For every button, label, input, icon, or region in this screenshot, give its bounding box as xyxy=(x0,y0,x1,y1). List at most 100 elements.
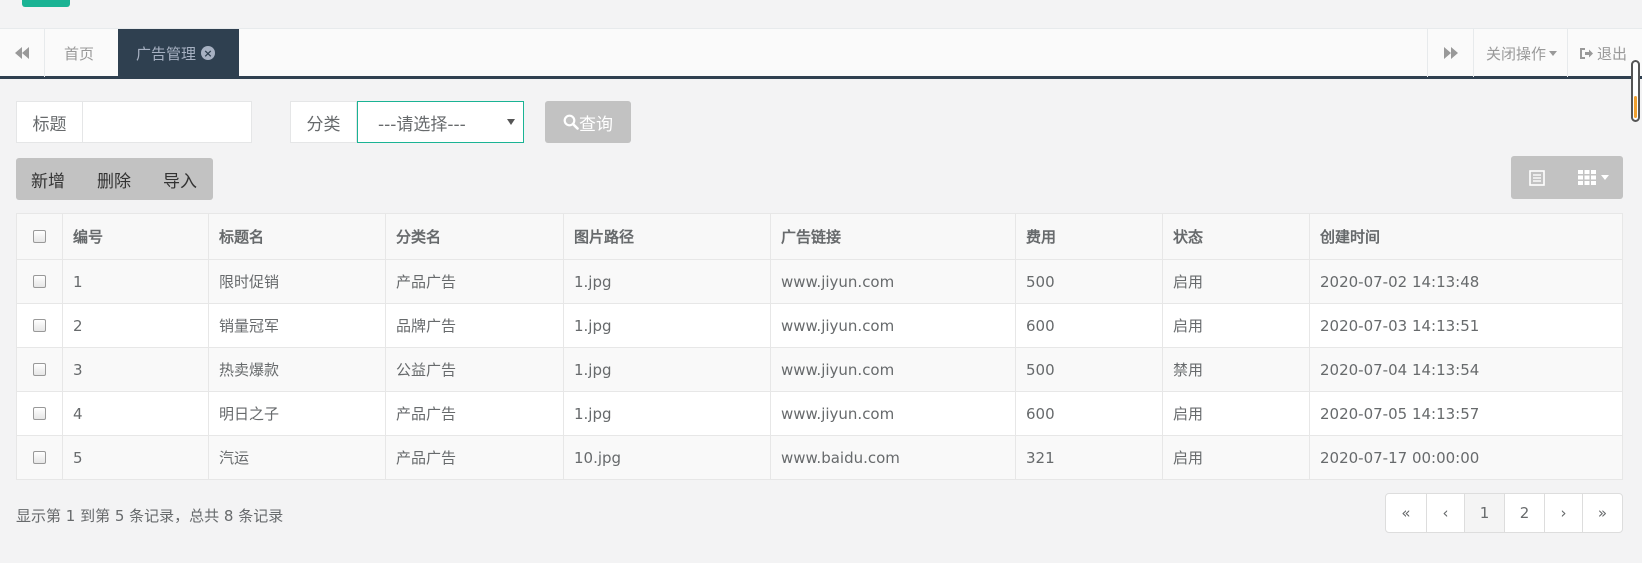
row-select-cell xyxy=(17,348,62,391)
table-row[interactable]: 3 热卖爆款 公益广告 1.jpg www.jiyun.com 500 禁用 2… xyxy=(17,347,1622,391)
action-toolbar: 新增 删除 导入 xyxy=(16,158,213,200)
page-1-button[interactable]: 1 xyxy=(1464,494,1504,532)
tab-right-tools: 关闭操作 退出 xyxy=(1427,29,1642,77)
delete-button[interactable]: 删除 xyxy=(81,167,147,192)
header-category[interactable]: 分类名 xyxy=(385,214,563,259)
table-view-tools xyxy=(1511,156,1623,199)
cell-image-path: 1.jpg xyxy=(563,392,770,435)
category-select[interactable]: ---请选择--- xyxy=(357,101,524,143)
cell-id: 1 xyxy=(62,260,208,303)
query-label: 查询 xyxy=(579,114,613,135)
cell-image-path: 1.jpg xyxy=(563,260,770,303)
table-header-row: 编号 标题名 分类名 图片路径 广告链接 费用 状态 创建时间 xyxy=(17,214,1622,259)
sign-out-icon xyxy=(1580,47,1593,59)
header-id[interactable]: 编号 xyxy=(62,214,208,259)
select-all-checkbox[interactable] xyxy=(33,230,46,243)
row-checkbox[interactable] xyxy=(33,319,46,332)
last-page-button[interactable]: » xyxy=(1582,494,1622,532)
cell-category: 公益广告 xyxy=(385,348,563,391)
cell-cost: 500 xyxy=(1015,260,1162,303)
close-operations-dropdown[interactable]: 关闭操作 xyxy=(1473,29,1567,77)
scrollbar-thumb[interactable] xyxy=(1634,96,1637,118)
caret-down-icon xyxy=(1549,50,1558,56)
row-checkbox[interactable] xyxy=(33,451,46,464)
cell-status: 启用 xyxy=(1162,392,1309,435)
logout-label: 退出 xyxy=(1597,44,1628,63)
cell-created-time: 2020-07-17 00:00:00 xyxy=(1309,436,1622,479)
header-status[interactable]: 状态 xyxy=(1162,214,1309,259)
cell-ad-link: www.jiyun.com xyxy=(770,348,1015,391)
row-checkbox[interactable] xyxy=(33,275,46,288)
select-arrow-icon xyxy=(507,119,515,125)
row-select-cell xyxy=(17,260,62,303)
header-created-time[interactable]: 创建时间 xyxy=(1309,214,1622,259)
row-checkbox[interactable] xyxy=(33,363,46,376)
cell-title: 明日之子 xyxy=(208,392,385,435)
tab-home[interactable]: 首页 xyxy=(46,29,112,77)
cell-id: 3 xyxy=(62,348,208,391)
title-input[interactable] xyxy=(82,101,252,143)
header-cost[interactable]: 费用 xyxy=(1015,214,1162,259)
row-select-cell xyxy=(17,304,62,347)
cell-category: 产品广告 xyxy=(385,436,563,479)
cell-cost: 500 xyxy=(1015,348,1162,391)
search-icon xyxy=(563,114,579,130)
cell-cost: 600 xyxy=(1015,304,1162,347)
cell-ad-link: www.jiyun.com xyxy=(770,392,1015,435)
cell-created-time: 2020-07-05 14:13:57 xyxy=(1309,392,1622,435)
page-2-button[interactable]: 2 xyxy=(1504,494,1544,532)
header-image-path[interactable]: 图片路径 xyxy=(563,214,770,259)
toggle-view-button[interactable] xyxy=(1511,156,1563,199)
tab-scroll-right-button[interactable] xyxy=(1427,29,1473,77)
cell-image-path: 1.jpg xyxy=(563,348,770,391)
cell-image-path: 10.jpg xyxy=(563,436,770,479)
pagination-info: 显示第 1 到第 5 条记录，总共 8 条记录 xyxy=(16,507,284,525)
table-row[interactable]: 2 销量冠军 品牌广告 1.jpg www.jiyun.com 600 启用 2… xyxy=(17,303,1622,347)
page-scrollbar[interactable] xyxy=(1631,60,1640,122)
cell-ad-link: www.baidu.com xyxy=(770,436,1015,479)
header-ad-link[interactable]: 广告链接 xyxy=(770,214,1015,259)
cell-image-path: 1.jpg xyxy=(563,304,770,347)
backward-icon xyxy=(15,47,29,59)
title-label: 标题 xyxy=(16,101,83,143)
next-page-button[interactable]: › xyxy=(1544,494,1582,532)
cell-created-time: 2020-07-04 14:13:54 xyxy=(1309,348,1622,391)
cell-title: 销量冠军 xyxy=(208,304,385,347)
close-tab-icon[interactable]: × xyxy=(201,46,216,60)
cell-created-time: 2020-07-02 14:13:48 xyxy=(1309,260,1622,303)
row-checkbox[interactable] xyxy=(33,407,46,420)
pagination: « ‹ 1 2 › » xyxy=(1385,493,1623,533)
query-button[interactable]: 查询 xyxy=(545,101,631,143)
cell-title: 热卖爆款 xyxy=(208,348,385,391)
close-operations-label: 关闭操作 xyxy=(1486,44,1547,63)
first-page-button[interactable]: « xyxy=(1386,494,1426,532)
table-row[interactable]: 5 汽运 产品广告 10.jpg www.baidu.com 321 启用 20… xyxy=(17,435,1622,479)
import-button[interactable]: 导入 xyxy=(147,167,213,192)
cell-title: 汽运 xyxy=(208,436,385,479)
cell-status: 启用 xyxy=(1162,436,1309,479)
row-select-cell xyxy=(17,392,62,435)
top-green-button[interactable] xyxy=(22,0,70,7)
grid-columns-icon xyxy=(1577,170,1596,185)
caret-down-icon xyxy=(1600,175,1609,180)
cell-category: 品牌广告 xyxy=(385,304,563,347)
cell-id: 4 xyxy=(62,392,208,435)
table-row[interactable]: 1 限时促销 产品广告 1.jpg www.jiyun.com 500 启用 2… xyxy=(17,259,1622,303)
tab-scroll-left-button[interactable] xyxy=(0,29,45,77)
cell-category: 产品广告 xyxy=(385,392,563,435)
add-button[interactable]: 新增 xyxy=(16,167,81,192)
category-select-value: ---请选择--- xyxy=(378,114,466,135)
columns-dropdown-button[interactable] xyxy=(1563,156,1623,199)
category-label: 分类 xyxy=(290,101,357,143)
cell-id: 5 xyxy=(62,436,208,479)
prev-page-button[interactable]: ‹ xyxy=(1426,494,1464,532)
select-all-cell xyxy=(17,214,62,259)
cell-title: 限时促销 xyxy=(208,260,385,303)
row-select-cell xyxy=(17,436,62,479)
tab-ad-management[interactable]: 广告管理 × xyxy=(118,29,239,77)
header-title[interactable]: 标题名 xyxy=(208,214,385,259)
list-view-icon xyxy=(1529,169,1545,186)
cell-status: 禁用 xyxy=(1162,348,1309,391)
table-row[interactable]: 4 明日之子 产品广告 1.jpg www.jiyun.com 600 启用 2… xyxy=(17,391,1622,435)
cell-cost: 321 xyxy=(1015,436,1162,479)
